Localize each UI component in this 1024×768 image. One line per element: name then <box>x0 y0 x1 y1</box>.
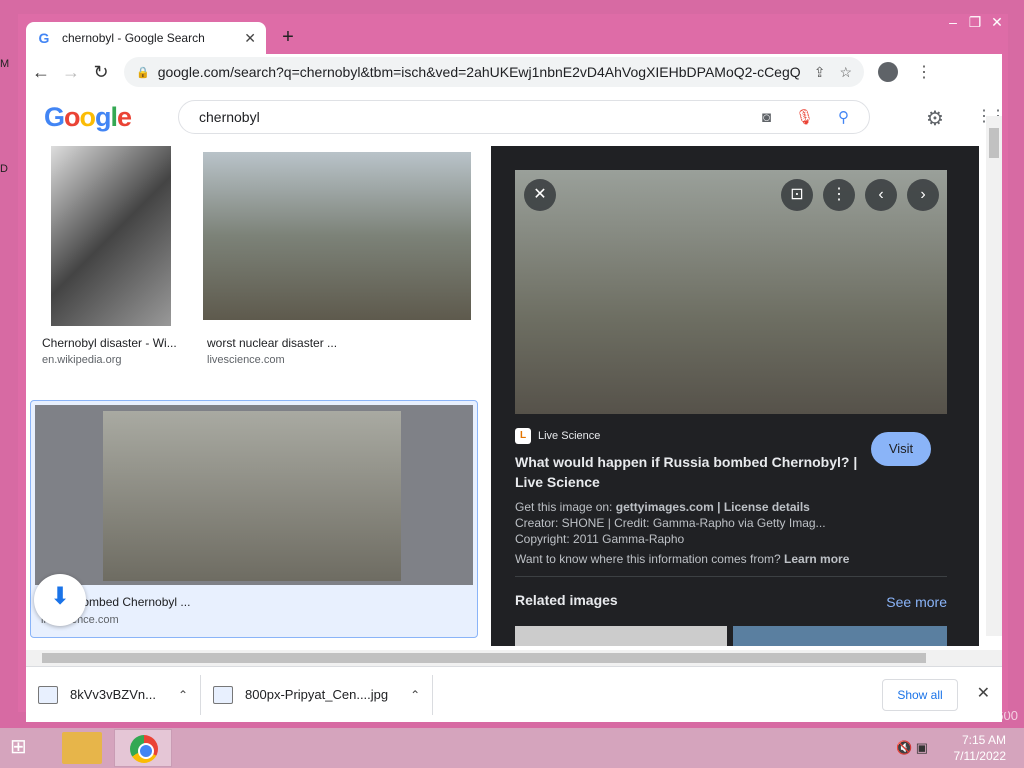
forward-button[interactable]: → <box>56 62 86 83</box>
more-options-icon[interactable]: ⋮ <box>823 179 855 211</box>
site-name[interactable]: Live Science <box>538 430 600 442</box>
downloads-bar: 8kVv3vBZVn... ⌃ 800px-Pripyat_Cen....jpg… <box>26 666 1002 722</box>
info-question: Want to know where this information come… <box>515 552 781 566</box>
previous-image-icon[interactable]: ‹ <box>865 179 897 211</box>
site-favicon-icon: L <box>515 428 531 444</box>
new-tab-button[interactable]: + <box>276 26 300 50</box>
image-file-icon <box>38 685 58 704</box>
close-panel-icon[interactable]: ✕ <box>524 179 556 211</box>
close-window-button[interactable]: ✕ <box>986 14 1008 32</box>
scroll-thumb[interactable] <box>989 128 999 158</box>
browser-tab[interactable]: G chernobyl - Google Search ✕ <box>26 22 266 54</box>
lens-search-icon[interactable]: ⊡ <box>781 179 813 211</box>
image-results: Chernobyl disaster - Wi... en.wikipedia.… <box>26 146 491 646</box>
search-box[interactable]: chernobyl ◙ 🎙 ⚲ <box>178 100 870 134</box>
reload-button[interactable]: ↻ <box>86 62 116 83</box>
download-filename[interactable]: 8kVv3vBZVn... <box>70 687 156 702</box>
camera-icon[interactable]: ◙ <box>762 109 771 126</box>
download-item[interactable]: 800px-Pripyat_Cen....jpg ⌃ <box>201 674 434 715</box>
download-arrow-icon[interactable]: ⬇ <box>34 574 86 626</box>
show-all-button[interactable]: Show all <box>882 679 958 711</box>
download-item[interactable]: 8kVv3vBZVn... ⌃ <box>26 674 202 715</box>
selected-result-card[interactable]: ...ssia bombed Chernobyl ... livescience… <box>30 400 478 638</box>
logo-letter: o <box>64 102 80 132</box>
chevron-up-icon[interactable]: ⌃ <box>178 688 188 702</box>
image-file-icon <box>213 685 234 704</box>
preview-title[interactable]: What would happen if Russia bombed Chern… <box>515 452 865 492</box>
google-images-page: Google chernobyl ◙ 🎙 ⚲ ⚙ ⋮⋮ Chernobyl di… <box>26 90 1002 650</box>
desktop-icon-fragment: M <box>0 58 10 70</box>
related-images-heading: Related images <box>515 592 618 608</box>
taskbar: ⊞ 🔇 ▣ 7:15 AM 7/11/2022 <box>0 728 1024 768</box>
desktop-icon-fragment: D <box>0 163 8 175</box>
address-bar[interactable]: 🔒 google.com/search?q=chernobyl&tbm=isch… <box>124 57 864 87</box>
see-more-link[interactable]: See more <box>886 594 947 610</box>
microphone-icon[interactable]: 🎙 <box>795 108 814 126</box>
settings-gear-icon[interactable]: ⚙ <box>926 106 944 131</box>
horizontal-scrollbar[interactable] <box>26 650 1002 666</box>
result-caption[interactable]: worst nuclear disaster ... <box>207 336 337 350</box>
next-image-icon[interactable]: › <box>907 179 939 211</box>
browser-menu-icon[interactable]: ⋮ <box>916 62 932 82</box>
logo-letter: o <box>79 102 96 132</box>
clock-date: 7/11/2022 <box>953 749 1007 763</box>
chrome-icon <box>130 735 158 763</box>
related-image[interactable] <box>733 626 947 646</box>
get-image-line: Get this image on: gettyimages.com | Lic… <box>515 500 810 514</box>
share-icon[interactable]: ⇪ <box>814 64 826 81</box>
logo-letter: g <box>95 102 111 132</box>
volume-muted-icon[interactable]: 🔇 ▣ <box>896 740 928 756</box>
get-image-prefix: Get this image on: <box>515 500 613 514</box>
url-text[interactable]: google.com/search?q=chernobyl&tbm=isch&v… <box>158 64 800 80</box>
search-input[interactable]: chernobyl <box>199 109 738 125</box>
browser-window: – ❐ ✕ G chernobyl - Google Search ✕ + ← … <box>18 14 1008 722</box>
learn-more-link[interactable]: Learn more <box>784 552 849 566</box>
minimize-button[interactable]: – <box>942 14 964 32</box>
system-clock[interactable]: 7:15 AM 7/11/2022 <box>954 732 1007 764</box>
close-downloads-icon[interactable]: ✕ <box>977 683 990 703</box>
window-controls: – ❐ ✕ <box>942 14 1008 32</box>
tab-title: chernobyl - Google Search <box>62 31 205 45</box>
creator-line: Creator: SHONE | Credit: Gamma-Rapho via… <box>515 516 826 530</box>
info-question-line: Want to know where this information come… <box>515 552 849 566</box>
lock-icon[interactable]: 🔒 <box>136 66 150 79</box>
result-caption[interactable]: Chernobyl disaster - Wi... <box>42 336 177 350</box>
bookmark-star-icon[interactable]: ☆ <box>839 64 852 81</box>
copyright-line: Copyright: 2011 Gamma-Rapho <box>515 532 685 546</box>
profile-avatar-icon[interactable] <box>878 62 898 82</box>
visit-button[interactable]: Visit <box>871 432 931 466</box>
gettyimages-link[interactable]: gettyimages.com <box>616 500 714 514</box>
search-icon[interactable]: ⚲ <box>838 108 849 126</box>
close-tab-icon[interactable]: ✕ <box>244 30 256 47</box>
related-image[interactable] <box>515 626 727 646</box>
file-explorer-icon[interactable] <box>62 732 102 764</box>
chevron-up-icon[interactable]: ⌃ <box>410 688 420 702</box>
logo-letter: G <box>44 102 65 132</box>
chrome-taskbar-button[interactable] <box>114 729 172 767</box>
maximize-button[interactable]: ❐ <box>964 14 986 32</box>
download-filename[interactable]: 800px-Pripyat_Cen....jpg <box>245 687 388 702</box>
result-source[interactable]: livescience.com <box>207 354 285 366</box>
windows-start-icon[interactable]: ⊞ <box>10 736 36 760</box>
image-preview-panel: ✕ ⊡ ⋮ ‹ › L Live Science What would happ… <box>491 146 979 646</box>
result-image[interactable] <box>103 411 401 581</box>
source-site[interactable]: L Live Science <box>515 428 600 444</box>
google-logo[interactable]: Google <box>44 102 132 133</box>
clock-time: 7:15 AM <box>961 733 1006 747</box>
logo-letter: e <box>117 102 132 132</box>
browser-toolbar: ← → ↻ 🔒 google.com/search?q=chernobyl&tb… <box>26 54 1002 90</box>
page-scrollbar[interactable] <box>986 116 1002 636</box>
license-details-link[interactable]: | License details <box>717 500 810 514</box>
result-image[interactable] <box>51 146 171 326</box>
google-favicon-icon: G <box>38 30 50 46</box>
scroll-thumb[interactable] <box>42 653 926 663</box>
result-image[interactable] <box>203 152 471 320</box>
divider <box>515 576 947 577</box>
back-button[interactable]: ← <box>26 62 56 83</box>
result-source[interactable]: en.wikipedia.org <box>42 354 122 366</box>
